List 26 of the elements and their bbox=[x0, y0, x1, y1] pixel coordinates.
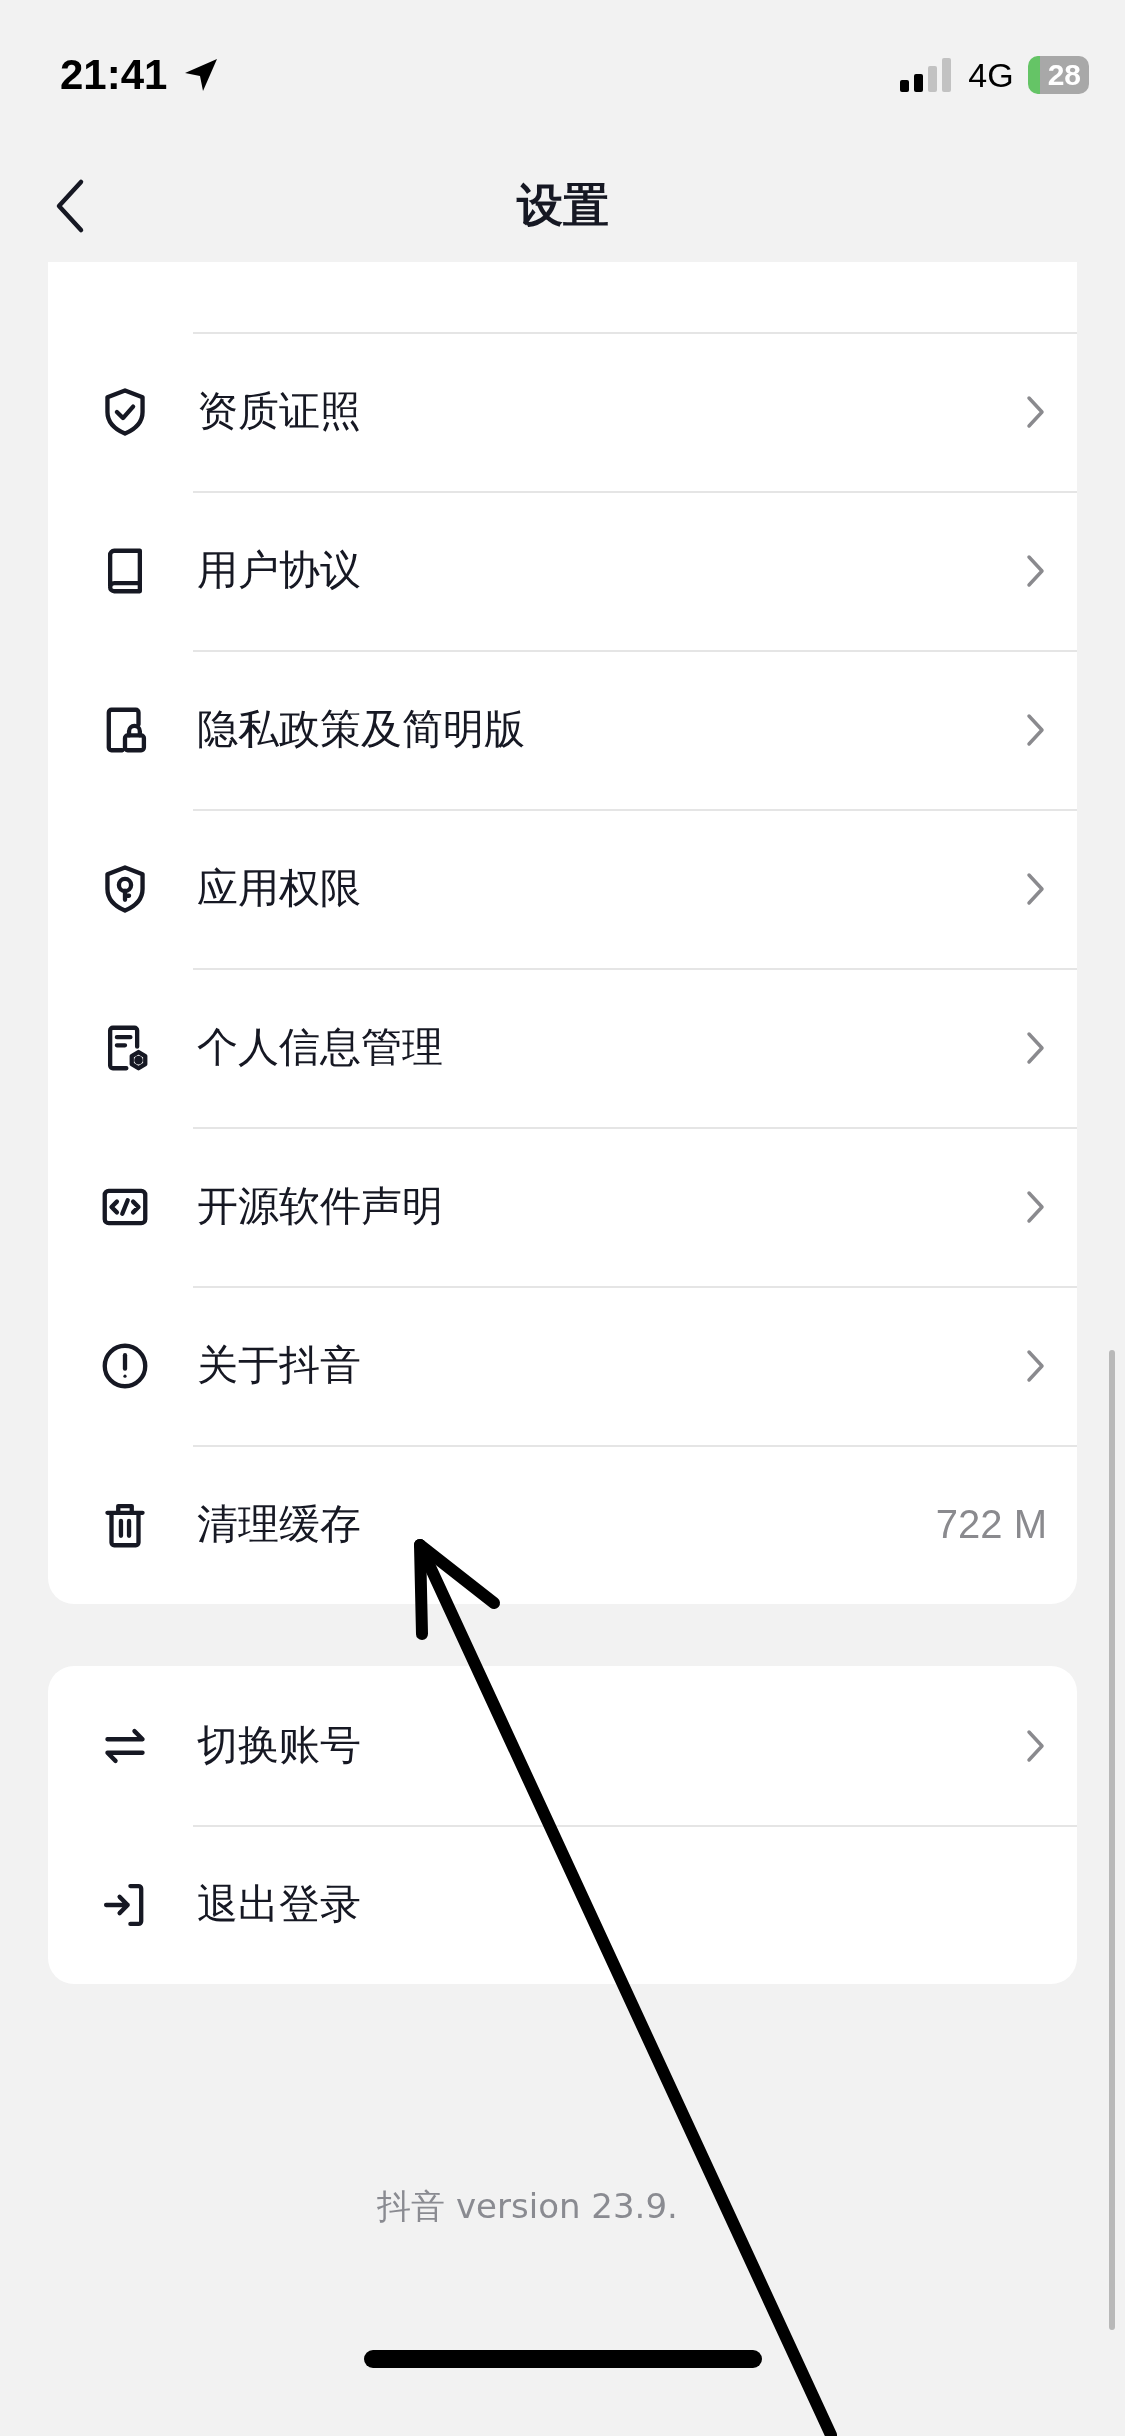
row-label: 隐私政策及简明版 bbox=[197, 704, 526, 755]
battery-indicator: 28 bbox=[1027, 56, 1089, 94]
settings-row[interactable]: 清理缓存 722 M bbox=[48, 1445, 1077, 1604]
settings-row[interactable]: 关于抖音 bbox=[48, 1286, 1077, 1445]
row-label: 资质证照 bbox=[197, 386, 362, 437]
row-label: 个人信息管理 bbox=[197, 1022, 444, 1073]
row-label: 开源软件声明 bbox=[197, 1181, 444, 1232]
settings-row[interactable]: 个人信息管理 bbox=[48, 968, 1077, 1127]
row-label: 退出登录 bbox=[197, 1879, 362, 1930]
settings-row[interactable]: 资质证照 bbox=[48, 332, 1077, 491]
cache-size: 722 M bbox=[935, 1502, 1047, 1547]
settings-row[interactable]: 应用权限 bbox=[48, 809, 1077, 968]
row-label: 关于抖音 bbox=[197, 1340, 362, 1391]
settings-row[interactable]: 切换账号 bbox=[48, 1666, 1077, 1825]
row-label: 用户协议 bbox=[197, 545, 362, 596]
version-text: 抖音 version 23.9. bbox=[377, 2185, 678, 2228]
row-label: 切换账号 bbox=[197, 1720, 362, 1771]
settings-row[interactable]: 用户协议 bbox=[48, 491, 1077, 650]
settings-row[interactable]: 开源软件声明 bbox=[48, 1127, 1077, 1286]
network-type: 4G bbox=[968, 55, 1014, 95]
settings-row[interactable]: 退出登录 bbox=[48, 1825, 1077, 1984]
status-time: 21:41 bbox=[60, 51, 168, 99]
row-label: 应用权限 bbox=[197, 863, 362, 914]
row-label: 清理缓存 bbox=[197, 1499, 362, 1550]
settings-row[interactable]: 隐私政策及简明版 bbox=[48, 650, 1077, 809]
page-title: 设置 bbox=[516, 177, 609, 234]
